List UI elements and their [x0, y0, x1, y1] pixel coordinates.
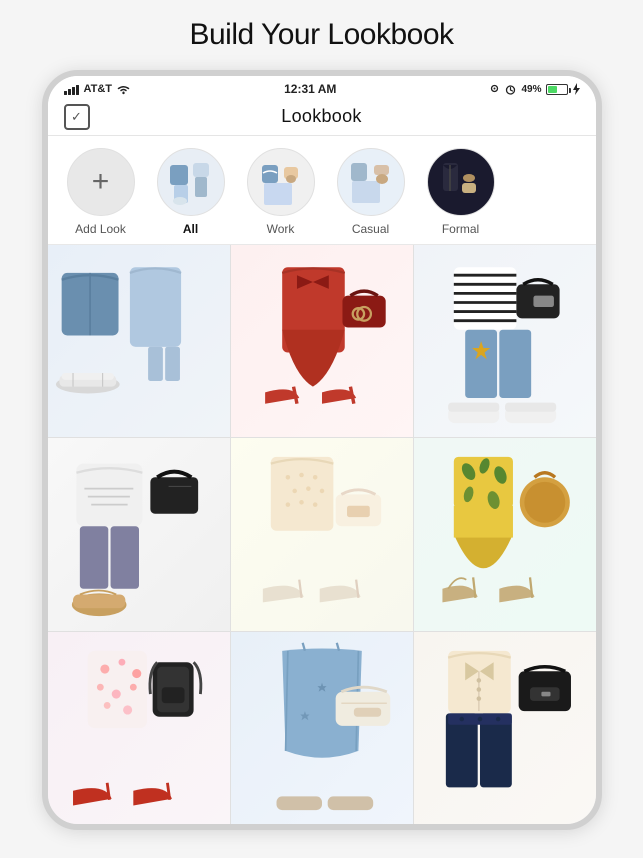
location-icon [489, 84, 500, 95]
look-cell-9[interactable] [414, 632, 596, 824]
look-cell-1[interactable] [48, 245, 230, 437]
category-circle-casual [337, 148, 405, 216]
look-svg-8 [231, 632, 413, 824]
look-svg-9 [414, 632, 596, 824]
look-cell-2[interactable] [231, 245, 413, 437]
look-svg-5 [231, 438, 413, 630]
category-label-all: All [183, 222, 198, 236]
category-circle-all [157, 148, 225, 216]
category-add-look[interactable]: + Add Look [56, 148, 146, 236]
look-cell-5[interactable] [231, 438, 413, 630]
look-cell-7[interactable] [48, 632, 230, 824]
look-cell-3[interactable] [414, 245, 596, 437]
look-svg-6 [414, 438, 596, 630]
formal-outfit-icon [430, 151, 492, 213]
charging-icon [572, 83, 580, 95]
category-casual[interactable]: Casual [326, 148, 416, 236]
look-svg-1 [48, 245, 230, 437]
casual-outfit-icon [340, 151, 402, 213]
look-cell-8[interactable] [231, 632, 413, 824]
look-svg-7 [48, 632, 230, 824]
alarm-icon [504, 84, 517, 95]
category-all[interactable]: All [146, 148, 236, 236]
category-label-add: Add Look [75, 222, 126, 236]
category-label-formal: Formal [442, 222, 479, 236]
look-cell-6[interactable] [414, 438, 596, 630]
battery-percent: 49% [521, 84, 541, 95]
wifi-icon [116, 84, 131, 95]
ipad-frame: AT&T 12:31 AM [42, 70, 602, 830]
category-work[interactable]: Work [236, 148, 326, 236]
plus-icon: + [92, 167, 110, 197]
battery-icon [546, 84, 568, 95]
status-left: AT&T [64, 83, 132, 95]
page-title: Build Your Lookbook [189, 18, 453, 52]
look-svg-4 [48, 438, 230, 630]
carrier-label: AT&T [84, 83, 113, 95]
nav-title: Lookbook [281, 106, 361, 127]
signal-icon [64, 84, 80, 95]
nav-bar: Lookbook [48, 100, 596, 136]
battery-fill [548, 86, 558, 93]
page-wrapper: Build Your Lookbook AT&T [0, 0, 643, 858]
category-circle-work [247, 148, 315, 216]
look-cell-4[interactable] [48, 438, 230, 630]
category-label-work: Work [267, 222, 295, 236]
category-row: + Add Look All [48, 136, 596, 245]
status-bar: AT&T 12:31 AM [48, 76, 596, 100]
category-circle-formal [427, 148, 495, 216]
looks-grid [48, 245, 596, 824]
status-right: 49% [489, 83, 579, 95]
work-outfit-icon [250, 151, 312, 213]
check-icon[interactable] [64, 104, 90, 130]
look-svg-3 [414, 245, 596, 437]
status-time: 12:31 AM [284, 82, 336, 96]
category-label-casual: Casual [352, 222, 389, 236]
category-formal[interactable]: Formal [416, 148, 506, 236]
add-look-circle: + [67, 148, 135, 216]
look-svg-2 [231, 245, 413, 437]
all-outfit-icon [160, 151, 222, 213]
